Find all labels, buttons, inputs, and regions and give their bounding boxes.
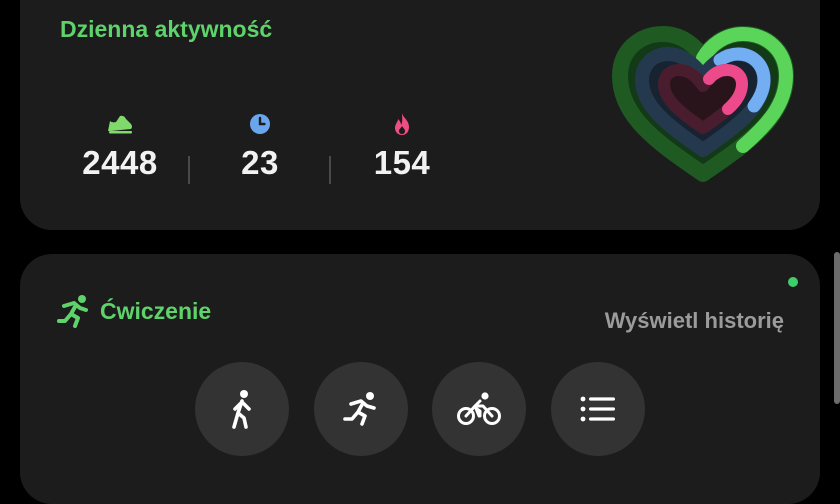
scrollbar[interactable] bbox=[834, 252, 840, 404]
view-history-link[interactable]: Wyświetl historię bbox=[605, 308, 784, 334]
list-icon bbox=[580, 396, 615, 422]
walk-button[interactable] bbox=[195, 362, 289, 456]
stat-divider bbox=[329, 156, 331, 184]
calories-stat: 154 bbox=[332, 112, 472, 182]
daily-activity-title: Dzienna aktywność bbox=[60, 16, 273, 42]
steps-value: 2448 bbox=[82, 144, 158, 181]
status-dot bbox=[788, 277, 798, 287]
bike-button[interactable] bbox=[432, 362, 526, 456]
exercise-title: Ćwiczenie bbox=[100, 297, 212, 324]
daily-activity-card[interactable]: Dzienna aktywność 2448 23 154 bbox=[20, 0, 820, 230]
clock-icon bbox=[250, 114, 270, 134]
flame-icon bbox=[395, 113, 409, 135]
steps-stat: 2448 bbox=[50, 112, 190, 182]
active-minutes-value: 23 bbox=[241, 144, 279, 181]
more-exercises-button[interactable] bbox=[551, 362, 645, 456]
activity-heart-rings bbox=[612, 26, 794, 182]
exercise-header: Ćwiczenie bbox=[56, 294, 211, 328]
run-button[interactable] bbox=[314, 362, 408, 456]
calories-value: 154 bbox=[373, 144, 431, 181]
active-minutes-stat: 23 bbox=[190, 112, 330, 182]
exercise-card: Ćwiczenie Wyświetl historię bbox=[20, 254, 820, 504]
bike-icon bbox=[457, 392, 501, 425]
shoe-icon bbox=[108, 115, 132, 134]
run-icon bbox=[343, 392, 376, 426]
walk-icon bbox=[232, 390, 251, 429]
running-person-icon bbox=[57, 295, 88, 328]
